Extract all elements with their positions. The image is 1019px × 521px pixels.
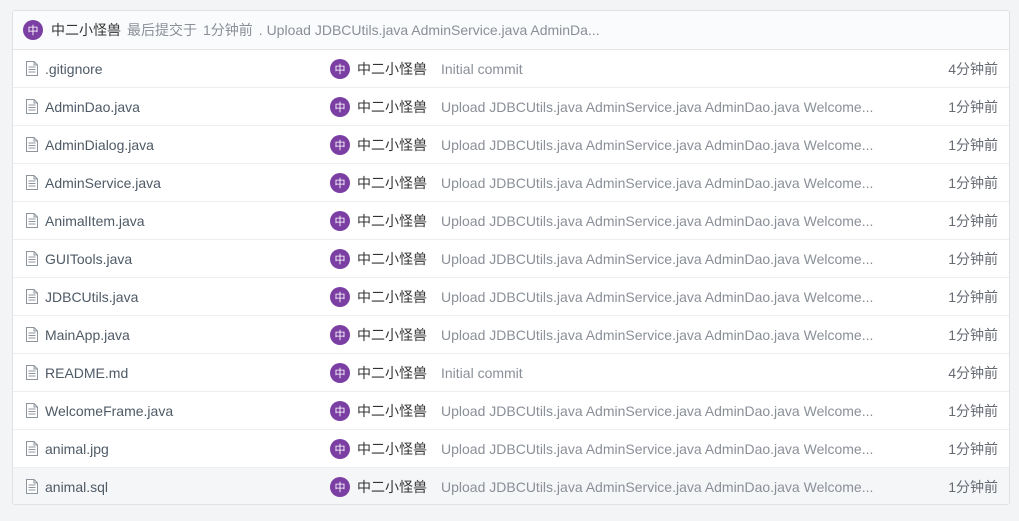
commit-author-link[interactable]: 中二小怪兽 <box>357 135 427 155</box>
file-icon <box>26 137 38 152</box>
commit-author-link[interactable]: 中二小怪兽 <box>357 173 427 193</box>
file-name-link[interactable]: animal.jpg <box>45 441 109 457</box>
commit-time: 1分钟前 <box>948 479 998 495</box>
avatar[interactable]: 中 <box>330 325 350 345</box>
commit-message-link[interactable]: . Upload JDBCUtils.java AdminService.jav… <box>259 22 600 38</box>
avatar[interactable]: 中 <box>330 249 350 269</box>
commit-author-link[interactable]: 中二小怪兽 <box>357 363 427 383</box>
file-row[interactable]: AnimalItem.java 中中二小怪兽 Upload JDBCUtils.ja… <box>13 202 1009 240</box>
commit-message-link[interactable]: Upload JDBCUtils.java AdminService.java … <box>441 441 881 457</box>
avatar[interactable]: 中 <box>330 287 350 307</box>
file-name-link[interactable]: AdminDao.java <box>45 99 140 115</box>
commit-author-link[interactable]: 中二小怪兽 <box>357 97 427 117</box>
file-name-link[interactable]: AdminDialog.java <box>45 137 154 153</box>
file-row[interactable]: MainApp.java 中中二小怪兽 Upload JDBCUtils.java … <box>13 316 1009 354</box>
last-commit-header: 中 中二小怪兽 最后提交于 1分钟前 . Upload JDBCUtils.ja… <box>13 11 1009 50</box>
commit-time: 1分钟前 <box>948 98 998 115</box>
commit-message-link[interactable]: Upload JDBCUtils.java AdminService.java … <box>441 289 881 305</box>
commit-time: 1分钟前 <box>948 326 998 343</box>
avatar[interactable]: 中 <box>330 59 350 79</box>
file-name-link[interactable]: README.md <box>45 365 128 381</box>
commit-time: 1分钟前 <box>948 402 998 419</box>
file-name-link[interactable]: AdminService.java <box>45 175 161 191</box>
file-list: .gitignore 中中二小怪兽 Initial commit 4分钟前 AdminD… <box>13 50 1009 504</box>
file-icon <box>26 251 38 266</box>
file-icon <box>26 99 38 114</box>
avatar[interactable]: 中 <box>330 439 350 459</box>
commit-author-link[interactable]: 中二小怪兽 <box>357 249 427 269</box>
file-row[interactable]: AdminService.java 中中二小怪兽 Upload JDBCUtils.… <box>13 164 1009 202</box>
file-name-link[interactable]: MainApp.java <box>45 327 130 343</box>
commit-message-link[interactable]: Initial commit <box>441 61 881 77</box>
commit-author-link[interactable]: 中二小怪兽 <box>357 211 427 231</box>
commit-author-link[interactable]: 中二小怪兽 <box>357 401 427 421</box>
file-name-link[interactable]: animal.sql <box>45 479 108 495</box>
commit-message-link[interactable]: Upload JDBCUtils.java AdminService.java … <box>441 99 881 115</box>
file-name-link[interactable]: AnimalItem.java <box>45 213 145 229</box>
avatar[interactable]: 中 <box>330 363 350 383</box>
file-row[interactable]: JDBCUtils.java 中中二小怪兽 Upload JDBCUtils.jav… <box>13 278 1009 316</box>
file-name-link[interactable]: JDBCUtils.java <box>45 289 138 305</box>
commit-message-link[interactable]: Upload JDBCUtils.java AdminService.java … <box>441 175 881 191</box>
commit-message-link[interactable]: Upload JDBCUtils.java AdminService.java … <box>441 327 881 343</box>
avatar[interactable]: 中 <box>330 211 350 231</box>
file-name-link[interactable]: .gitignore <box>45 61 103 77</box>
commit-time: 1分钟前 <box>203 22 253 38</box>
commit-time: 4分钟前 <box>948 364 998 381</box>
file-row[interactable]: WelcomeFrame.java 中中二小怪兽 Upload JDBCUtils.… <box>13 392 1009 430</box>
avatar[interactable]: 中 <box>330 477 350 497</box>
file-row[interactable]: .gitignore 中中二小怪兽 Initial commit 4分钟前 <box>13 50 1009 88</box>
commit-author-link[interactable]: 中二小怪兽 <box>51 20 121 40</box>
avatar[interactable]: 中 <box>330 173 350 193</box>
avatar[interactable]: 中 <box>330 401 350 421</box>
commit-message-link[interactable]: Upload JDBCUtils.java AdminService.java … <box>441 251 881 267</box>
file-row[interactable]: animal.sql 中中二小怪兽 Upload JDBCUtils.java Ad… <box>13 468 1009 504</box>
commit-time: 4分钟前 <box>948 60 998 77</box>
avatar[interactable]: 中 <box>330 97 350 117</box>
file-icon <box>26 175 38 190</box>
commit-message-link[interactable]: Upload JDBCUtils.java AdminService.java … <box>441 137 881 153</box>
commit-time: 1分钟前 <box>948 212 998 229</box>
file-icon <box>26 479 38 494</box>
commit-time: 1分钟前 <box>948 288 998 305</box>
file-list-panel: 中 中二小怪兽 最后提交于 1分钟前 . Upload JDBCUtils.ja… <box>12 10 1010 505</box>
commit-time: 1分钟前 <box>948 440 998 457</box>
file-row[interactable]: README.md 中中二小怪兽 Initial commit 4分钟前 <box>13 354 1009 392</box>
avatar[interactable]: 中 <box>23 20 43 40</box>
commit-author-link[interactable]: 中二小怪兽 <box>357 439 427 459</box>
file-row[interactable]: GUITools.java 中中二小怪兽 Upload JDBCUtils.java… <box>13 240 1009 278</box>
file-row[interactable]: AdminDialog.java 中中二小怪兽 Upload JDBCUtils.j… <box>13 126 1009 164</box>
file-icon <box>26 327 38 342</box>
commit-author-link[interactable]: 中二小怪兽 <box>357 287 427 307</box>
commit-message-link[interactable]: Upload JDBCUtils.java AdminService.java … <box>441 479 881 495</box>
commit-author-link[interactable]: 中二小怪兽 <box>357 325 427 345</box>
file-icon <box>26 213 38 228</box>
commit-author-link[interactable]: 中二小怪兽 <box>357 477 427 497</box>
file-icon <box>26 61 38 76</box>
last-commit-label: 最后提交于 <box>127 22 197 38</box>
file-icon <box>26 403 38 418</box>
file-name-link[interactable]: WelcomeFrame.java <box>45 403 173 419</box>
file-row[interactable]: animal.jpg 中中二小怪兽 Upload JDBCUtils.java Ad… <box>13 430 1009 468</box>
file-name-link[interactable]: GUITools.java <box>45 251 132 267</box>
commit-time: 1分钟前 <box>948 136 998 153</box>
avatar[interactable]: 中 <box>330 135 350 155</box>
commit-message-link[interactable]: Upload JDBCUtils.java AdminService.java … <box>441 213 881 229</box>
file-icon <box>26 441 38 456</box>
file-icon <box>26 289 38 304</box>
file-row[interactable]: AdminDao.java 中中二小怪兽 Upload JDBCUtils.java… <box>13 88 1009 126</box>
commit-message-link[interactable]: Upload JDBCUtils.java AdminService.java … <box>441 403 881 419</box>
commit-message-link[interactable]: Initial commit <box>441 365 881 381</box>
commit-time: 1分钟前 <box>948 250 998 267</box>
commit-author-link[interactable]: 中二小怪兽 <box>357 59 427 79</box>
file-icon <box>26 365 38 380</box>
commit-time: 1分钟前 <box>948 174 998 191</box>
